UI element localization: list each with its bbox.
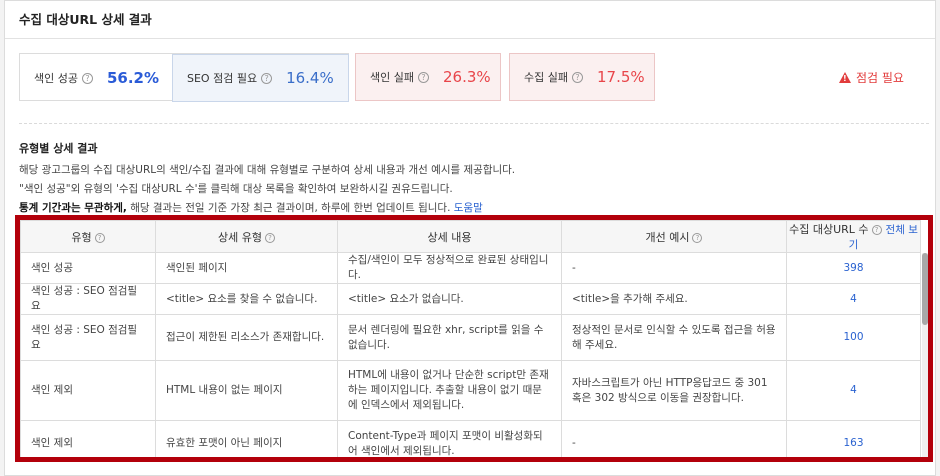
col-example: 개선 예시? (561, 220, 787, 253)
cell-detail-type: HTML 내용이 없는 페이지 (155, 360, 338, 421)
detail-line-3-rest: 해당 결과는 전일 기준 가장 최근 결과이며, 하루에 한번 업데이트 됩니다… (126, 202, 451, 214)
stat-index-success: 색인 성공 ? 56.2% (20, 54, 170, 102)
cell-content: HTML에 내용이 없거나 단순한 script만 존재하는 페이지입니다. 추… (337, 360, 562, 421)
panel-title: 수집 대상URL 상세 결과 (5, 1, 935, 39)
detail-line-2: "색인 성공"외 유형의 '수집 대상URL 수'를 클릭해 대상 목록을 확인… (19, 183, 453, 195)
cell-content: 수집/색인이 모두 정상적으로 완료된 상태입니다. (337, 252, 562, 284)
detail-description: 유형별 상세 결과 해당 광고그룹의 수집 대상URL의 색인/수집 결과에 대… (19, 139, 929, 218)
table-scrollbar[interactable] (922, 253, 928, 457)
help-icon[interactable]: ? (94, 232, 105, 243)
result-table: 유형? 상세 유형? 상세 내용 개선 예시? 수집 대상URL 수? 전체 보기… (20, 220, 921, 457)
table-row: 색인 성공 : SEO 점검필요 접근이 제한된 리소스가 존재합니다. 문서 … (20, 314, 921, 361)
col-count: 수집 대상URL 수? 전체 보기 (786, 220, 921, 253)
stat-label: SEO 점검 필요 (187, 72, 258, 85)
help-icon[interactable]: ? (692, 232, 703, 243)
col-content: 상세 내용 (337, 220, 562, 253)
help-icon[interactable]: ? (261, 72, 273, 84)
stat-index-fail: 색인 실패 ? 26.3% (355, 53, 501, 101)
cell-type: 색인 제외 (20, 360, 156, 421)
result-table-frame: 유형? 상세 유형? 상세 내용 개선 예시? 수집 대상URL 수? 전체 보기… (15, 215, 933, 462)
stat-value: 17.5% (596, 68, 645, 86)
cell-count-link[interactable]: 4 (786, 283, 921, 315)
detail-line-1: 해당 광고그룹의 수집 대상URL의 색인/수집 결과에 대해 유형별로 구분하… (19, 164, 516, 176)
table-row: 색인 성공 : SEO 점검필요 <title> 요소를 찾을 수 없습니다. … (20, 283, 921, 315)
help-icon[interactable]: ? (417, 71, 429, 83)
help-icon[interactable]: ? (264, 232, 275, 243)
col-type: 유형? (20, 220, 156, 253)
stat-crawl-fail: 수집 실패 ? 17.5% (509, 53, 655, 101)
cell-count-link[interactable]: 398 (786, 252, 921, 284)
detail-line-3-bold: 통계 기간과는 무관하게, (19, 202, 127, 214)
result-panel: 수집 대상URL 상세 결과 색인 성공 ? 56.2% SEO 점검 필요 ?… (4, 0, 936, 476)
table-row: 색인 성공 색인된 페이지 수집/색인이 모두 정상적으로 완료된 상태입니다.… (20, 252, 921, 284)
scrollbar-thumb[interactable] (922, 253, 928, 325)
success-group: 색인 성공 ? 56.2% SEO 점검 필요 ? 16.4% (19, 53, 349, 102)
warning-badge: ! 점검 필요 (839, 69, 904, 86)
cell-count-link[interactable]: 100 (786, 314, 921, 361)
cell-content: <title> 요소가 없습니다. (337, 283, 562, 315)
stat-label: 색인 성공 (34, 72, 78, 85)
help-icon[interactable]: ? (81, 72, 93, 84)
cell-content: Content-Type과 페이지 포맷이 비활성화되어 색인에서 제외됩니다. (337, 420, 562, 457)
cell-count-link[interactable]: 163 (786, 420, 921, 457)
divider (19, 123, 929, 124)
stat-label: 색인 실패 (370, 71, 414, 84)
table-header-row: 유형? 상세 유형? 상세 내용 개선 예시? 수집 대상URL 수? 전체 보기 (20, 220, 921, 253)
table-row: 색인 제외 HTML 내용이 없는 페이지 HTML에 내용이 없거나 단순한 … (20, 360, 921, 421)
stat-label: 수집 실패 (524, 71, 568, 84)
cell-type: 색인 제외 (20, 420, 156, 457)
cell-detail-type: 유효한 포맷이 아닌 페이지 (155, 420, 338, 457)
stats-summary: 색인 성공 ? 56.2% SEO 점검 필요 ? 16.4% 색인 실패 ? … (19, 53, 929, 102)
warning-text: 점검 필요 (856, 71, 904, 85)
stat-value: 16.4% (286, 69, 334, 87)
cell-example: - (561, 420, 787, 457)
cell-detail-type: 색인된 페이지 (155, 252, 338, 284)
detail-heading: 유형별 상세 결과 (19, 142, 98, 155)
help-link[interactable]: 도움말 (454, 202, 483, 214)
cell-content: 문서 렌더링에 필요한 xhr, script를 읽을 수 없습니다. (337, 314, 562, 361)
help-icon[interactable]: ? (871, 225, 882, 235)
stat-value: 26.3% (442, 68, 491, 86)
cell-example: - (561, 252, 787, 284)
cell-detail-type: <title> 요소를 찾을 수 없습니다. (155, 283, 338, 315)
col-detail-type: 상세 유형? (155, 220, 338, 253)
stat-value: 56.2% (106, 69, 160, 87)
cell-example: 정상적인 문서로 인식할 수 있도록 접근을 허용해 주세요. (561, 314, 787, 361)
cell-type: 색인 성공 (20, 252, 156, 284)
cell-count-link[interactable]: 4 (786, 360, 921, 421)
cell-type: 색인 성공 : SEO 점검필요 (20, 283, 156, 315)
warning-icon: ! (839, 72, 851, 83)
cell-example: 자바스크립트가 아닌 HTTP응답코드 중 301 혹은 302 방식으로 이동… (561, 360, 787, 421)
help-icon[interactable]: ? (571, 71, 583, 83)
cell-example: <title>을 추가해 주세요. (561, 283, 787, 315)
cell-type: 색인 성공 : SEO 점검필요 (20, 314, 156, 361)
cell-detail-type: 접근이 제한된 리소스가 존재합니다. (155, 314, 338, 361)
stat-seo-check: SEO 점검 필요 ? 16.4% (172, 54, 349, 102)
table-row: 색인 제외 유효한 포맷이 아닌 페이지 Content-Type과 페이지 포… (20, 420, 921, 457)
